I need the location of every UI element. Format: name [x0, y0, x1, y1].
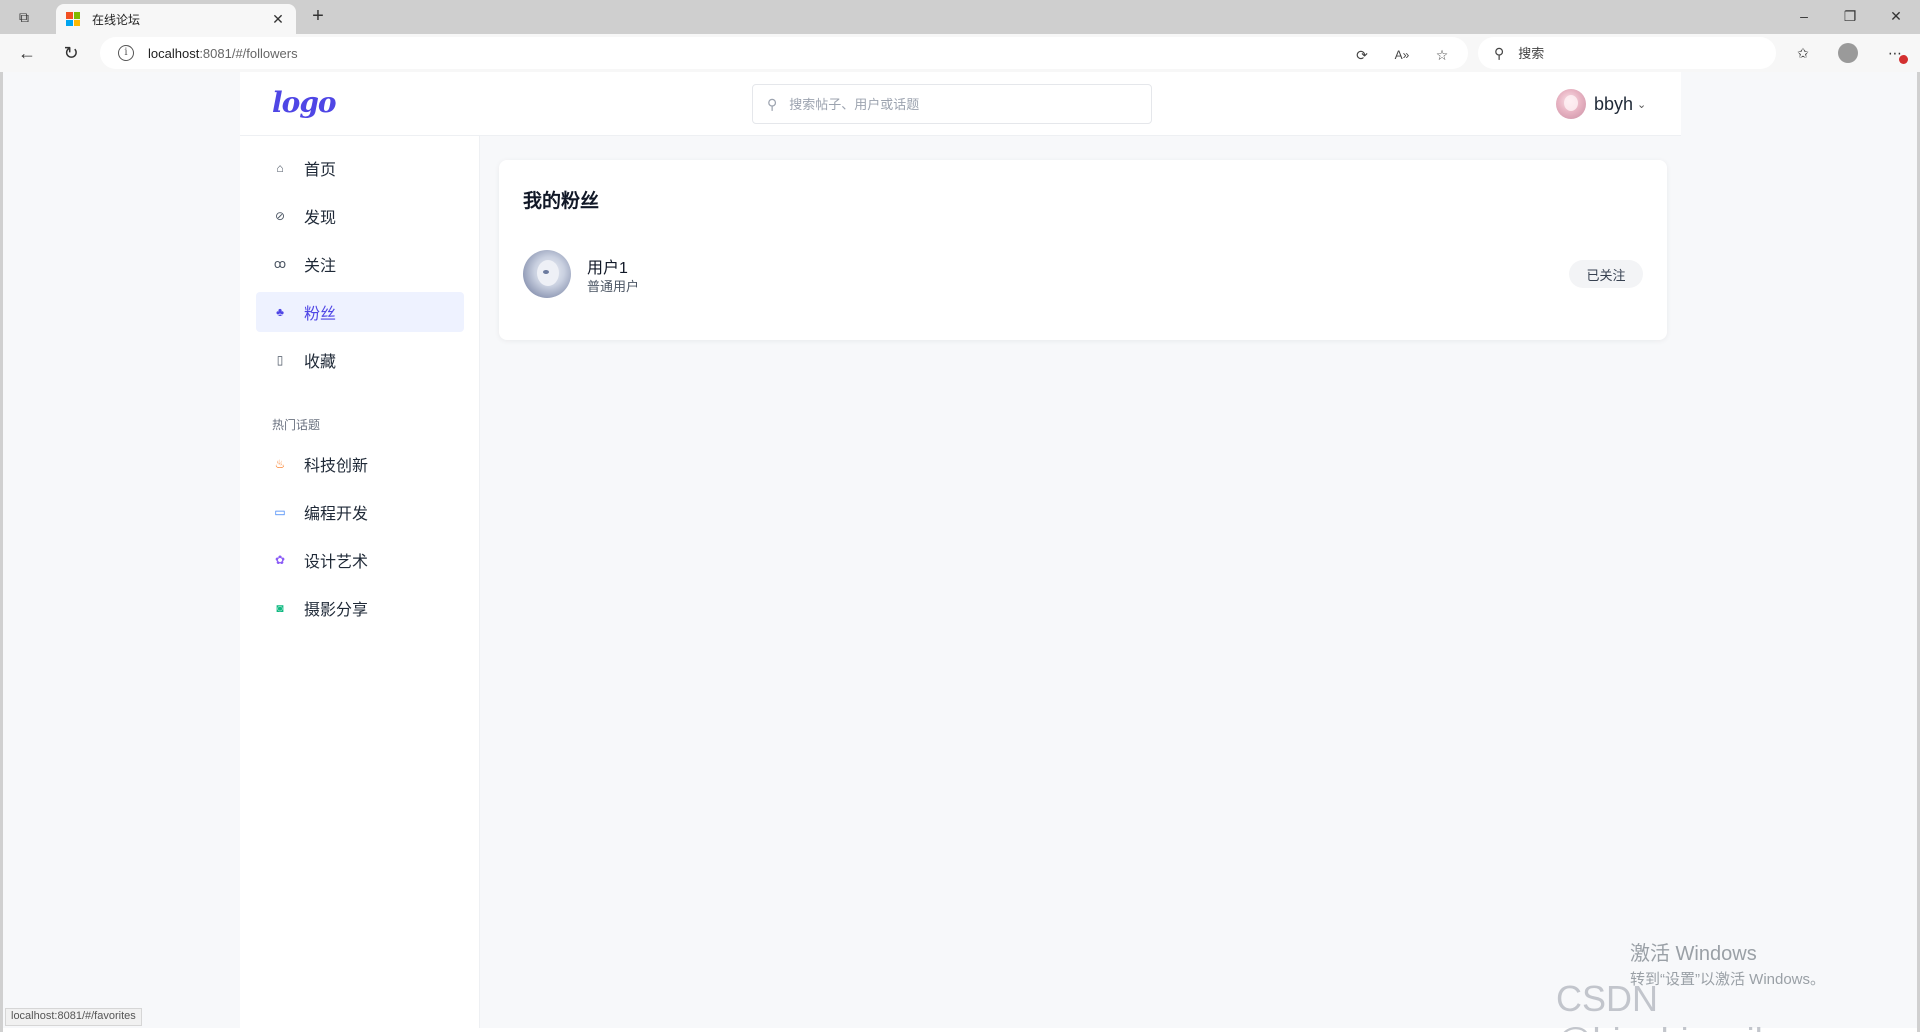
- user-name[interactable]: bbyh: [1594, 94, 1633, 115]
- page-title: 我的粉丝: [523, 191, 600, 212]
- topic-label: 科技创新: [304, 458, 369, 475]
- read-aloud-icon[interactable]: A»: [1392, 45, 1412, 65]
- follower-list-item: 用户1 普通用户 已关注: [523, 250, 1643, 300]
- activation-title: 激活 Windows: [1630, 943, 1757, 965]
- address-url: localhost:8081/#/followers: [148, 45, 298, 61]
- favorite-star-icon[interactable]: ☆: [1432, 45, 1452, 65]
- sidebar-item-label: 首页: [304, 162, 337, 179]
- back-button[interactable]: ←: [14, 41, 40, 65]
- flame-icon: ♨: [274, 457, 286, 471]
- follower-name[interactable]: 用户1: [587, 254, 628, 278]
- topic-item-tech[interactable]: ♨ 科技创新: [256, 444, 464, 484]
- topic-item-coding[interactable]: ▭ 编程开发: [256, 492, 464, 532]
- sidebar-item-discover[interactable]: ⊘ 发现: [256, 196, 464, 236]
- address-bar[interactable]: i localhost:8081/#/followers ⟳ A» ☆: [100, 37, 1468, 69]
- topic-label: 编程开发: [304, 506, 369, 523]
- search-icon: ⚲: [1494, 44, 1505, 61]
- profile-avatar[interactable]: [1838, 43, 1860, 65]
- new-tab-button[interactable]: +: [306, 4, 330, 28]
- tab-favicon-icon: [66, 12, 80, 26]
- more-menu-icon[interactable]: ⋯: [1884, 42, 1908, 64]
- browser-tab[interactable]: 在线论坛 ✕: [56, 4, 296, 34]
- site-info-icon[interactable]: i: [118, 45, 134, 61]
- topic-item-design[interactable]: ✿ 设计艺术: [256, 540, 464, 580]
- site-search-box[interactable]: ⚲: [752, 84, 1152, 124]
- site-logo[interactable]: logo: [272, 86, 337, 119]
- edge-refresh-icon[interactable]: ⟳: [1352, 45, 1372, 65]
- palette-icon: ✿: [274, 553, 286, 567]
- compass-icon: ⊘: [274, 209, 286, 223]
- sidebar-item-favorites[interactable]: ▯ 收藏: [256, 340, 464, 380]
- followers-card: 我的粉丝 用户1 普通用户 已关注: [499, 160, 1667, 340]
- browser-tab-strip: ⧉ 在线论坛 ✕ + – ❐ ✕: [0, 0, 1920, 34]
- bookmark-icon: ▯: [276, 353, 284, 367]
- csdn-watermark: CSDN @bingbingyihao: [1556, 978, 1815, 1032]
- browser-search-box[interactable]: ⚲: [1478, 37, 1776, 69]
- notification-badge: [1899, 55, 1908, 64]
- follower-role: 普通用户: [587, 279, 640, 294]
- home-icon: ⌂: [276, 161, 284, 175]
- sidebar-item-label: 收藏: [304, 354, 337, 371]
- hot-topics-title: 热门话题: [272, 418, 321, 432]
- sidebar: ⌂ 首页 ⊘ 发现 ꝏ 关注 ♣ 粉丝 ▯ 收藏 热门话题 ♨ 科技创新 ▭ 编…: [240, 136, 480, 1028]
- users-icon: ꝏ: [273, 257, 287, 271]
- camera-icon: ◙: [276, 601, 284, 615]
- restore-button[interactable]: ❐: [1836, 6, 1864, 26]
- tab-close-icon[interactable]: ✕: [270, 11, 286, 28]
- sidebar-item-home[interactable]: ⌂ 首页: [256, 148, 464, 188]
- browser-search-input[interactable]: [1518, 45, 1695, 61]
- topic-label: 设计艺术: [304, 554, 369, 571]
- sidebar-item-label: 关注: [304, 258, 337, 275]
- browser-toolbar: ← ↻ i localhost:8081/#/followers ⟳ A» ☆ …: [0, 34, 1920, 72]
- refresh-button[interactable]: ↻: [58, 41, 84, 65]
- followed-button[interactable]: 已关注: [1569, 260, 1643, 288]
- laptop-icon: ▭: [274, 505, 286, 519]
- status-bar-url: localhost:8081/#/favorites: [5, 1008, 142, 1026]
- page-viewport: logo ⚲ bbyh ⌄ ⌂ 首页 ⊘ 发现 ꝏ 关注 ♣ 粉丝 ▯: [3, 72, 1917, 1028]
- topic-item-photo[interactable]: ◙ 摄影分享: [256, 588, 464, 628]
- site-search-input[interactable]: [789, 96, 1120, 112]
- tab-actions-icon[interactable]: ⧉: [14, 8, 34, 26]
- user-menu[interactable]: bbyh ⌄: [1556, 88, 1646, 120]
- chevron-down-icon[interactable]: ⌄: [1637, 98, 1646, 111]
- sidebar-item-label: 粉丝: [304, 306, 337, 323]
- follower-avatar[interactable]: [523, 250, 571, 298]
- sidebar-item-followers[interactable]: ♣ 粉丝: [256, 292, 464, 332]
- sidebar-item-following[interactable]: ꝏ 关注: [256, 244, 464, 284]
- sidebar-item-label: 发现: [304, 210, 337, 227]
- topic-label: 摄影分享: [304, 602, 369, 619]
- search-icon: ⚲: [767, 95, 778, 112]
- minimize-button[interactable]: –: [1790, 6, 1818, 26]
- site-header: logo ⚲ bbyh ⌄: [240, 72, 1681, 136]
- close-window-button[interactable]: ✕: [1882, 6, 1910, 26]
- user-avatar[interactable]: [1556, 89, 1586, 119]
- fans-icon: ♣: [276, 305, 284, 319]
- tab-title: 在线论坛: [92, 12, 141, 27]
- favorites-icon[interactable]: ✩: [1792, 42, 1814, 64]
